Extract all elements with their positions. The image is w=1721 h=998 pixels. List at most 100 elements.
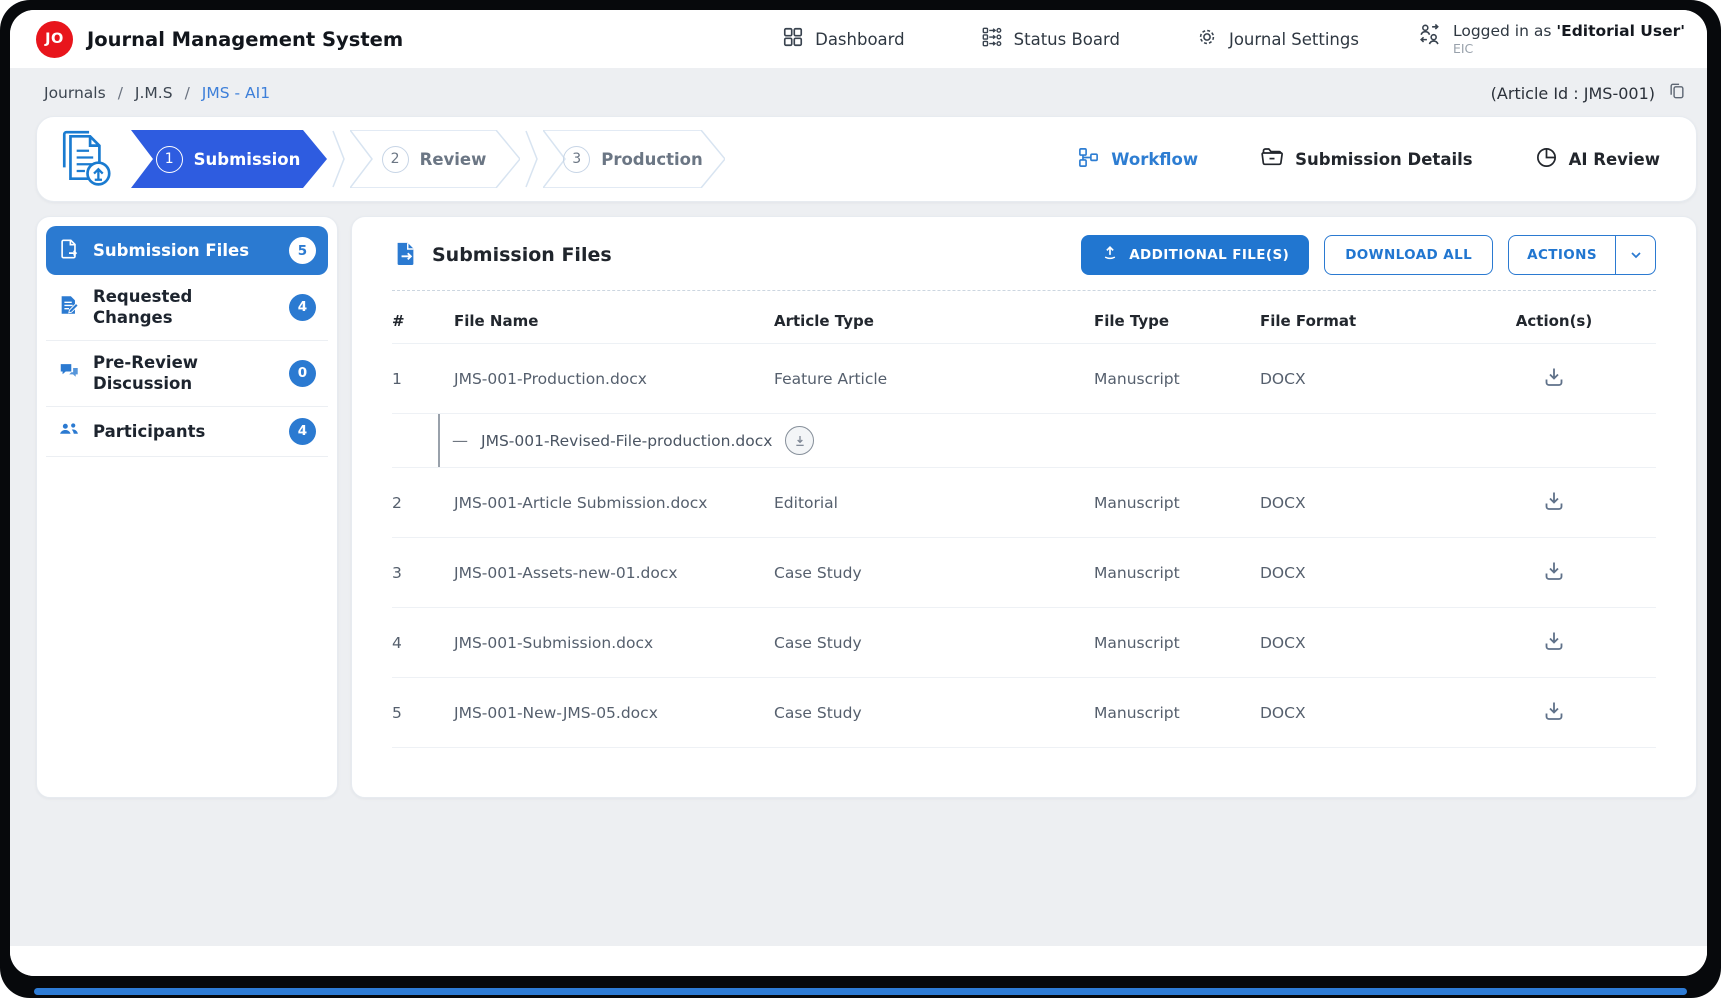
count-badge: 4	[289, 418, 316, 445]
sidebar-item-submission-files[interactable]: Submission Files 5	[46, 226, 328, 275]
download-file-button[interactable]	[1540, 627, 1568, 658]
step-production[interactable]: 3 Production	[543, 130, 725, 188]
document-upload-icon	[53, 126, 121, 192]
cell-article-type: Case Study	[774, 678, 1094, 748]
sidebar-item-label: Pre-Review Discussion	[93, 352, 251, 395]
workflow-tree-icon	[1077, 146, 1100, 173]
cell-file-name: JMS-001-Submission.docx	[454, 608, 774, 678]
panel-title: Submission Files	[432, 244, 612, 266]
user-name: 'Editorial User'	[1556, 22, 1685, 40]
step-review[interactable]: 2 Review	[350, 130, 520, 188]
cell-num: 5	[392, 678, 454, 748]
breadcrumb-separator: /	[185, 84, 190, 102]
gear-icon	[1196, 26, 1218, 52]
button-label: ADDITIONAL FILE(S)	[1129, 247, 1289, 263]
workflow-steps: 1 Submission 2 Review	[131, 130, 725, 188]
step-content: 2 Review	[372, 130, 496, 188]
breadcrumb-separator: /	[118, 84, 123, 102]
download-file-button[interactable]	[1540, 697, 1568, 728]
pie-chart-icon	[1535, 146, 1558, 173]
sidebar-item-participants[interactable]: Participants 4	[46, 407, 328, 457]
panel-header: Submission Files ADDITIONAL FILE(S) DOWN…	[392, 235, 1656, 291]
cell-file-format: DOCX	[1260, 468, 1460, 538]
logged-in-as-text: Logged in as 'Editorial User'	[1453, 22, 1685, 41]
user-lines: Logged in as 'Editorial User' EIC	[1453, 22, 1685, 57]
cell-file-type: Manuscript	[1094, 344, 1260, 414]
sidebar-item-label: Requested Changes	[93, 286, 251, 329]
step-label: Production	[601, 150, 703, 169]
nav-item-dashboard[interactable]: Dashboard	[782, 26, 905, 52]
cell-file-format: DOCX	[1260, 538, 1460, 608]
table-header-row: # File Name Article Type File Type File …	[392, 295, 1656, 344]
cell-file-format: DOCX	[1260, 678, 1460, 748]
upload-icon	[1101, 244, 1119, 266]
chat-bubbles-icon	[58, 360, 80, 386]
table-row: 5 JMS-001-New-JMS-05.docx Case Study Man…	[392, 678, 1656, 748]
cell-file-name: JMS-001-Article Submission.docx	[454, 468, 774, 538]
step-content: 1 Submission	[153, 130, 303, 188]
nav-item-status-board[interactable]: Status Board	[981, 26, 1120, 52]
breadcrumb-row: Journals / J.M.S / JMS - AI1 (Article Id…	[36, 68, 1697, 116]
nav-item-label: Journal Settings	[1229, 30, 1359, 49]
cell-file-format: DOCX	[1260, 608, 1460, 678]
download-all-button[interactable]: DOWNLOAD ALL	[1324, 235, 1493, 275]
submission-files-panel: Submission Files ADDITIONAL FILE(S) DOWN…	[351, 216, 1697, 798]
count-badge: 5	[289, 237, 316, 264]
table-sub-row: — JMS-001-Revised-File-production.docx	[392, 414, 1656, 468]
tab-ai-review[interactable]: AI Review	[1535, 146, 1660, 173]
user-role: EIC	[1453, 41, 1685, 57]
app-title: Journal Management System	[87, 28, 403, 51]
cell-num: 2	[392, 468, 454, 538]
additional-files-button[interactable]: ADDITIONAL FILE(S)	[1081, 235, 1309, 275]
download-file-button[interactable]	[1540, 487, 1568, 518]
step-divider-chevron	[332, 130, 345, 188]
download-file-button[interactable]	[1540, 363, 1568, 394]
sidebar-item-requested-changes[interactable]: Requested Changes 4	[46, 275, 328, 341]
sidebar-item-pre-review-discussion[interactable]: Pre-Review Discussion 0	[46, 341, 328, 407]
top-navbar: JO Journal Management System Dashboard	[10, 10, 1707, 68]
logged-in-user[interactable]: Logged in as 'Editorial User' EIC	[1417, 22, 1685, 57]
cell-file-name: JMS-001-Production.docx	[454, 344, 774, 414]
tab-label: Submission Details	[1295, 150, 1472, 169]
count-badge: 4	[289, 294, 316, 321]
table-row: 2 JMS-001-Article Submission.docx Editor…	[392, 468, 1656, 538]
step-submission[interactable]: 1 Submission	[131, 130, 327, 188]
workflow-stepper-card: 1 Submission 2 Review	[36, 116, 1697, 202]
chevron-down-icon[interactable]	[1615, 236, 1655, 274]
screenshot-frame: JO Journal Management System Dashboard	[0, 0, 1721, 998]
col-header-num: #	[392, 295, 454, 344]
download-revised-file-button[interactable]	[785, 426, 814, 455]
step-content: 3 Production	[565, 130, 701, 188]
status-board-icon	[981, 26, 1003, 52]
cell-file-type: Manuscript	[1094, 538, 1260, 608]
download-file-button[interactable]	[1540, 557, 1568, 588]
cell-num: 4	[392, 608, 454, 678]
revised-file-item: — JMS-001-Revised-File-production.docx	[438, 414, 1656, 467]
nav-item-journal-settings[interactable]: Journal Settings	[1196, 26, 1359, 52]
file-export-icon	[58, 238, 80, 264]
actions-button[interactable]: ACTIONS	[1508, 235, 1656, 275]
step-divider-chevron	[525, 130, 538, 188]
user-switch-icon	[1417, 22, 1442, 51]
sidebar-item-label: Participants	[93, 421, 205, 442]
cell-file-name: JMS-001-New-JMS-05.docx	[454, 678, 774, 748]
tab-submission-details[interactable]: Submission Details	[1260, 145, 1472, 173]
step-number: 3	[563, 146, 590, 173]
breadcrumb-current: JMS - AI1	[202, 84, 270, 102]
breadcrumb-jms[interactable]: J.M.S	[135, 84, 173, 102]
step-label: Submission	[194, 150, 301, 169]
col-header-file-name: File Name	[454, 295, 774, 344]
bottom-accent-bar	[34, 988, 1687, 995]
brand: JO Journal Management System	[36, 21, 403, 58]
tab-workflow[interactable]: Workflow	[1077, 146, 1198, 173]
sub-file-dash: —	[452, 431, 468, 450]
cell-num: 3	[392, 538, 454, 608]
cell-num: 1	[392, 344, 454, 414]
copy-icon[interactable]	[1667, 81, 1687, 105]
folder-icon	[1260, 145, 1284, 173]
app-logo: JO	[36, 21, 73, 58]
step-number: 2	[382, 146, 409, 173]
table-row: 1 JMS-001-Production.docx Feature Articl…	[392, 344, 1656, 414]
col-header-article-type: Article Type	[774, 295, 1094, 344]
breadcrumb-journals[interactable]: Journals	[44, 84, 106, 102]
